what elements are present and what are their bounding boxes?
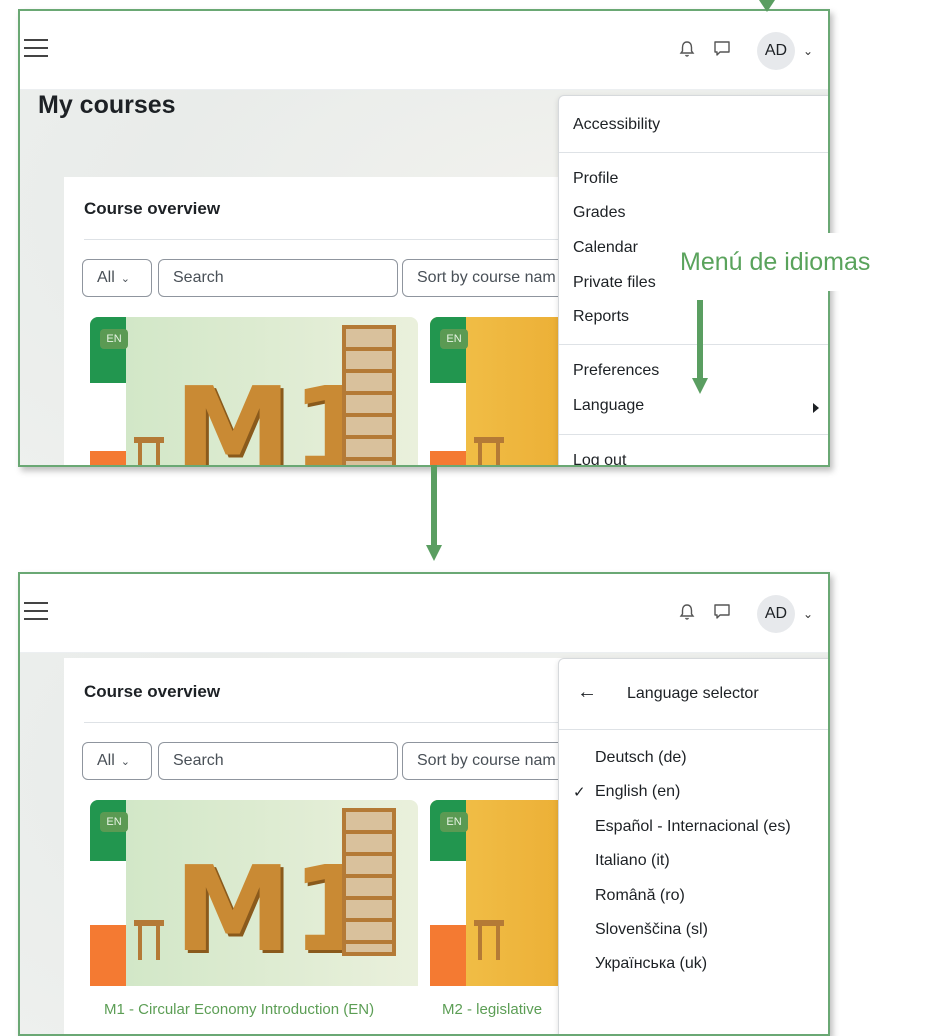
divider xyxy=(559,344,828,345)
divider xyxy=(559,152,828,153)
stool-image xyxy=(474,920,504,960)
screenshot-panel-language-selector: AD ⌄ Course overview All ⌄ Search Sort b… xyxy=(18,572,830,1036)
menu-item-language[interactable]: Language xyxy=(573,397,644,415)
menu-item-accessibility[interactable]: Accessibility xyxy=(573,116,660,134)
page-title: My courses xyxy=(38,91,176,119)
menu-item-calendar[interactable]: Calendar xyxy=(573,239,638,257)
divider xyxy=(559,729,828,730)
language-badge: EN xyxy=(100,812,128,832)
chevron-down-icon: ⌄ xyxy=(120,272,130,285)
course-thumbnail-m1[interactable]: EN M1 xyxy=(90,800,418,986)
back-arrow-icon[interactable]: ← xyxy=(577,681,597,704)
filter-all-label: All xyxy=(97,269,115,286)
divider xyxy=(84,722,624,723)
user-avatar[interactable]: AD xyxy=(757,32,795,70)
bookshelf-image xyxy=(342,808,396,956)
checkmark-icon: ✓ xyxy=(573,784,586,801)
language-option-es[interactable]: Español - Internacional (es) xyxy=(595,818,791,836)
divider xyxy=(559,434,828,435)
chat-icon[interactable] xyxy=(712,602,732,622)
bookshelf-image xyxy=(342,325,396,465)
divider xyxy=(84,239,624,240)
menu-item-grades[interactable]: Grades xyxy=(573,204,625,222)
course-overview-title: Course overview xyxy=(84,682,221,701)
chevron-down-icon: ⌄ xyxy=(120,755,130,768)
language-badge: EN xyxy=(100,329,128,349)
language-option-ro[interactable]: Română (ro) xyxy=(595,887,685,905)
user-avatar[interactable]: AD xyxy=(757,595,795,633)
bell-icon[interactable] xyxy=(677,602,697,622)
arrow-shaft xyxy=(697,300,703,380)
language-option-sl[interactable]: Slovenščina (sl) xyxy=(595,921,708,939)
search-input[interactable]: Search xyxy=(158,742,398,780)
arrow-down-icon xyxy=(692,378,708,394)
filter-all-dropdown[interactable]: All ⌄ xyxy=(82,742,152,780)
menu-item-profile[interactable]: Profile xyxy=(573,170,618,188)
hamburger-menu-icon[interactable] xyxy=(24,39,48,57)
top-navbar: AD ⌄ xyxy=(20,11,828,90)
language-selector-title: Language selector xyxy=(627,685,759,702)
bell-icon[interactable] xyxy=(677,39,697,59)
language-option-en[interactable]: English (en) xyxy=(595,783,680,801)
language-option-de[interactable]: Deutsch (de) xyxy=(595,749,687,767)
language-badge: EN xyxy=(440,329,468,349)
search-input[interactable]: Search xyxy=(158,259,398,297)
filter-all-label: All xyxy=(97,752,115,769)
menu-item-logout[interactable]: Log out xyxy=(573,452,626,465)
language-selector-dropdown: ← Language selector Deutsch (de) ✓ Engli… xyxy=(558,658,828,1034)
course-name-link[interactable]: M1 - Circular Economy Introduction (EN) xyxy=(104,1001,374,1018)
chevron-down-icon[interactable]: ⌄ xyxy=(803,607,813,621)
stool-image xyxy=(134,920,164,960)
stool-image xyxy=(474,437,504,465)
language-option-it[interactable]: Italiano (it) xyxy=(595,852,670,870)
top-navbar: AD ⌄ xyxy=(20,574,828,653)
caret-right-icon xyxy=(813,403,819,413)
arrow-shaft xyxy=(431,465,437,545)
hamburger-menu-icon[interactable] xyxy=(24,602,48,620)
course-thumbnail-m1[interactable]: EN M1 xyxy=(90,317,418,465)
menu-item-preferences[interactable]: Preferences xyxy=(573,362,659,380)
chevron-down-icon[interactable]: ⌄ xyxy=(803,44,813,58)
course-overview-title: Course overview xyxy=(84,199,221,218)
chat-icon[interactable] xyxy=(712,39,732,59)
language-badge: EN xyxy=(440,812,468,832)
stool-image xyxy=(134,437,164,465)
course-name-link[interactable]: M2 - legislative xyxy=(442,1001,542,1018)
menu-item-private-files[interactable]: Private files xyxy=(573,274,656,292)
language-option-uk[interactable]: Українська (uk) xyxy=(595,955,707,973)
arrow-down-icon xyxy=(426,545,442,561)
arrow-down-icon xyxy=(759,0,775,12)
filter-all-dropdown[interactable]: All ⌄ xyxy=(82,259,152,297)
language-menu-annotation: Menú de idiomas xyxy=(677,233,941,291)
menu-item-reports[interactable]: Reports xyxy=(573,308,629,326)
